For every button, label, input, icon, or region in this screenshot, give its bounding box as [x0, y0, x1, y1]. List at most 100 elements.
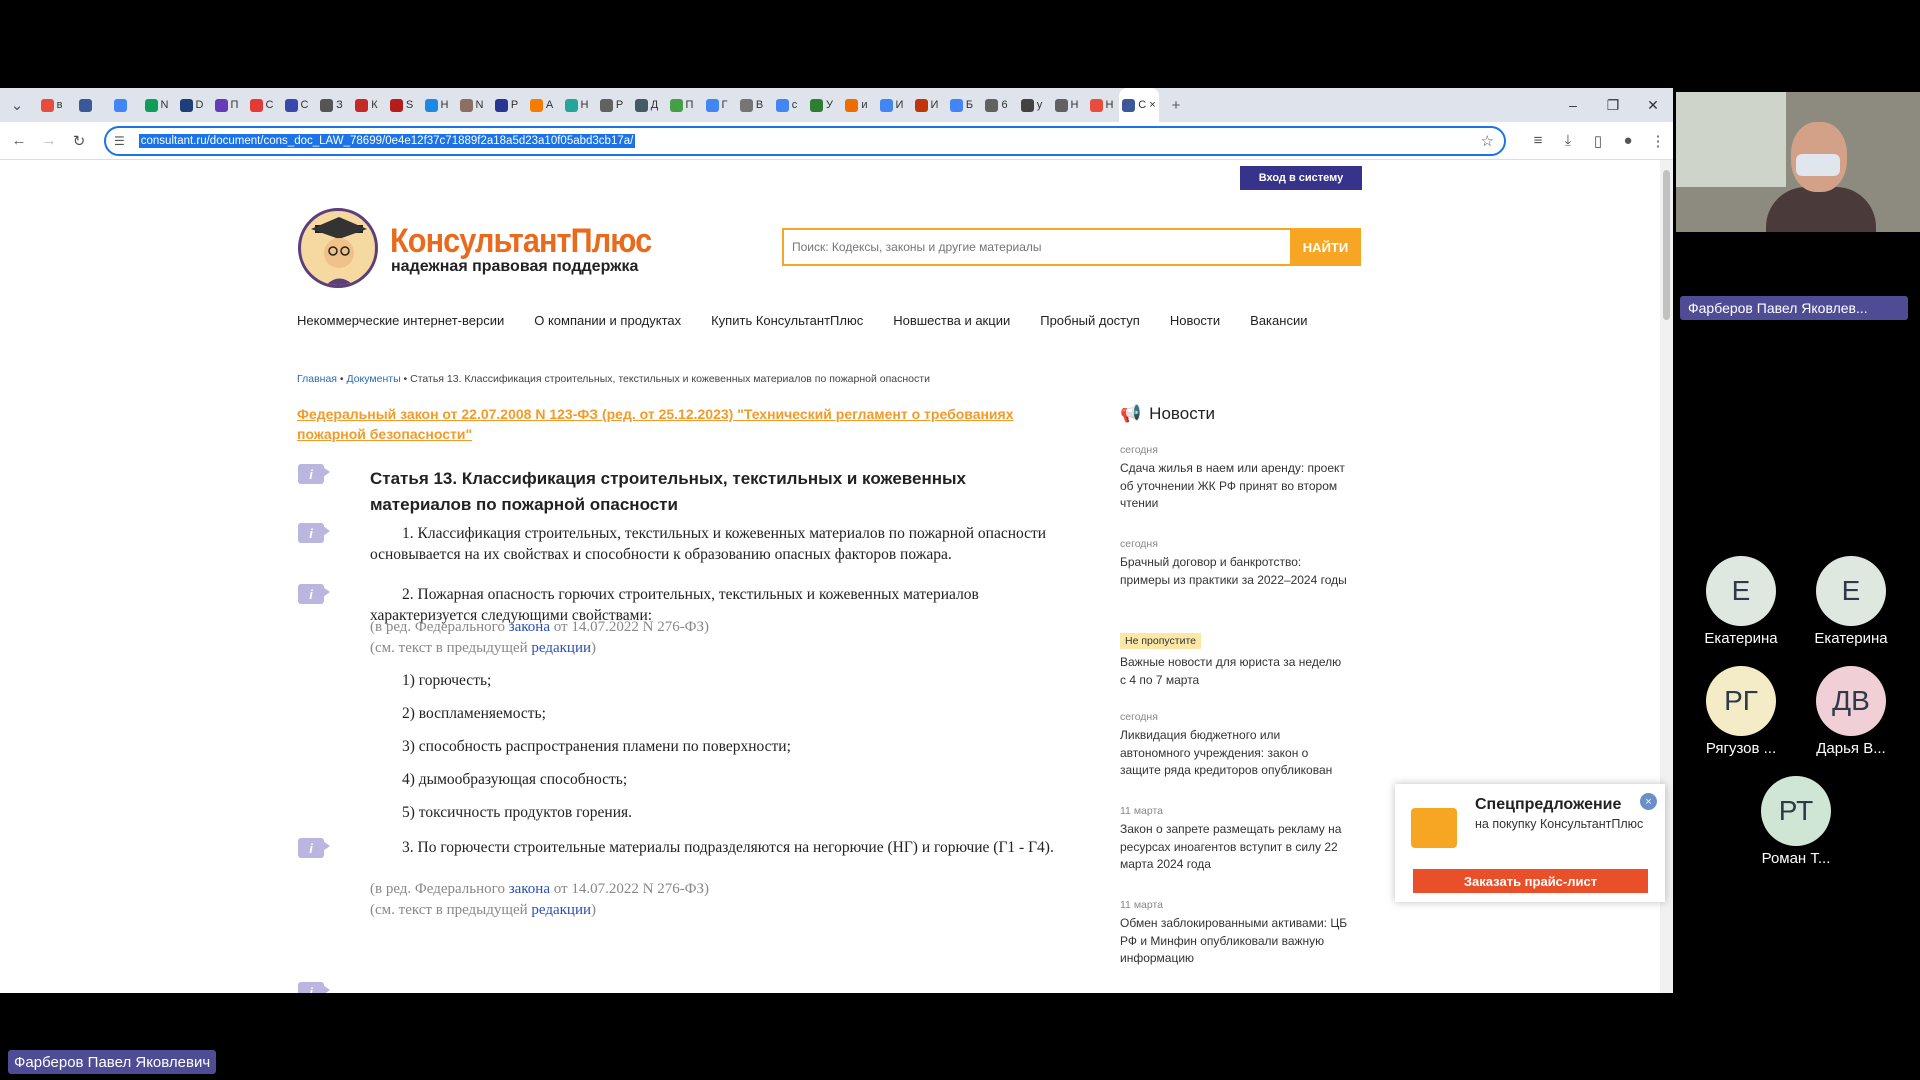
info-icon[interactable]: i: [298, 523, 330, 543]
search-input[interactable]: [784, 240, 1300, 254]
news-item[interactable]: Брачный договор и банкротство: примеры и…: [1120, 554, 1350, 589]
logo-icon[interactable]: [298, 208, 378, 288]
browser-tab[interactable]: P: [489, 88, 524, 122]
nav-item[interactable]: Вакансии: [1250, 313, 1307, 328]
browser-tab[interactable]: [69, 88, 104, 122]
face-mask: [1796, 154, 1840, 176]
news-item[interactable]: Важные новости для юриста за неделю с 4 …: [1120, 654, 1350, 689]
info-icon[interactable]: i: [298, 584, 330, 604]
browser-tab[interactable]: И: [909, 88, 944, 122]
browser-tab[interactable]: Н: [1084, 88, 1119, 122]
reading-list-icon[interactable]: ≡: [1523, 126, 1553, 156]
info-icon[interactable]: i: [298, 464, 330, 484]
breadcrumb-home[interactable]: Главная: [297, 373, 337, 385]
browser-tab[interactable]: П: [664, 88, 699, 122]
browser-tab[interactable]: В: [734, 88, 769, 122]
address-bar[interactable]: ☰ consultant.ru/document/cons_doc_LAW_78…: [104, 126, 1506, 156]
browser-tab[interactable]: Н: [559, 88, 594, 122]
browser-tab[interactable]: И: [874, 88, 909, 122]
presenter-name-label: Фарберов Павел Яковлев...: [1680, 296, 1908, 320]
participant-tile[interactable]: РТ Роман Т...: [1741, 776, 1851, 867]
minimize-button[interactable]: –: [1553, 88, 1593, 122]
restore-button[interactable]: ❐: [1593, 88, 1633, 122]
browser-tab[interactable]: 6: [979, 88, 1014, 122]
browser-tab[interactable]: C: [244, 88, 279, 122]
news-item[interactable]: Закон о запрете размещать рекламу на рес…: [1120, 821, 1350, 874]
browser-tab[interactable]: и: [839, 88, 874, 122]
tab-title: в: [56, 99, 63, 111]
browser-tab[interactable]: З: [314, 88, 349, 122]
reload-icon[interactable]: ↻: [64, 126, 94, 156]
participant-tile[interactable]: ДВ Дарья В...: [1796, 666, 1906, 757]
back-icon[interactable]: ←: [4, 126, 34, 156]
browser-tab[interactable]: [104, 88, 139, 122]
law-link[interactable]: закона: [509, 881, 550, 897]
close-window-button[interactable]: ✕: [1633, 88, 1673, 122]
browser-tab[interactable]: Г: [699, 88, 734, 122]
info-icon[interactable]: i: [298, 982, 330, 993]
info-icon[interactable]: i: [298, 838, 330, 858]
search-button[interactable]: НАЙТИ: [1290, 228, 1361, 266]
edition-note: (в ред. Федерального закона от 14.07.202…: [370, 879, 709, 900]
participant-tile[interactable]: Е Екатерина: [1686, 556, 1796, 647]
browser-tab[interactable]: П: [209, 88, 244, 122]
browser-tab[interactable]: Б: [944, 88, 979, 122]
browser-tab[interactable]: в: [34, 88, 69, 122]
participant-tile[interactable]: Е Екатерина: [1796, 556, 1906, 647]
tab-title: у: [1036, 99, 1043, 111]
browser-tab[interactable]: К: [349, 88, 384, 122]
download-icon[interactable]: ⤓: [1553, 126, 1583, 156]
browser-tab[interactable]: Р: [594, 88, 629, 122]
login-button[interactable]: Вход в систему: [1240, 166, 1362, 190]
browser-tab[interactable]: D: [174, 88, 209, 122]
news-item[interactable]: Ликвидация бюджетного или автономного уч…: [1120, 727, 1350, 780]
law-link[interactable]: закона: [509, 619, 550, 635]
presenter-video: [1676, 92, 1920, 232]
browser-tab[interactable]: A: [524, 88, 559, 122]
edition-link[interactable]: редакции: [531, 902, 591, 918]
news-item[interactable]: Обмен заблокированными активами: ЦБ РФ и…: [1120, 915, 1350, 968]
avatar: РГ: [1706, 666, 1776, 736]
tab-search-chevron-icon[interactable]: ⌄: [0, 90, 34, 120]
nav-item[interactable]: Купить КонсультантПлюс: [711, 313, 863, 328]
browser-tab[interactable]: С: [279, 88, 314, 122]
edition-link[interactable]: редакции: [531, 640, 591, 656]
browser-tab[interactable]: у: [1014, 88, 1049, 122]
scrollbar-thumb[interactable]: [1663, 170, 1670, 320]
browser-tab[interactable]: У: [804, 88, 839, 122]
browser-tab[interactable]: N: [139, 88, 174, 122]
browser-tab[interactable]: Д: [629, 88, 664, 122]
breadcrumb-documents[interactable]: Документы: [346, 373, 400, 385]
new-tab-button[interactable]: +: [1159, 90, 1193, 120]
tab-title: P: [510, 99, 519, 111]
browser-tab[interactable]: Н: [419, 88, 454, 122]
browser-tab[interactable]: С ×: [1119, 88, 1159, 122]
browser-tab[interactable]: S: [384, 88, 419, 122]
nav-item[interactable]: О компании и продуктах: [534, 313, 681, 328]
nav-item[interactable]: Новости: [1170, 313, 1220, 328]
list-item: 3) способность распространения пламени п…: [402, 738, 791, 755]
nav-item[interactable]: Новшества и акции: [893, 313, 1010, 328]
browser-tab[interactable]: N: [454, 88, 489, 122]
tab-title: D: [195, 99, 204, 111]
bookmark-star-icon[interactable]: ☆: [1481, 132, 1494, 150]
logo-title[interactable]: КонсультантПлюс: [390, 222, 652, 261]
close-icon[interactable]: ×: [1640, 793, 1657, 810]
nav-item[interactable]: Пробный доступ: [1040, 313, 1140, 328]
order-price-list-button[interactable]: Заказать прайс-лист: [1413, 869, 1648, 893]
tab-favicon-icon: [985, 98, 999, 112]
forward-icon[interactable]: →: [34, 126, 64, 156]
participant-tile[interactable]: РГ Рягузов ...: [1686, 666, 1796, 757]
close-tab-icon[interactable]: ×: [1149, 99, 1155, 111]
previous-edition-text: ): [591, 902, 597, 918]
menu-dots-icon[interactable]: ⋮: [1643, 126, 1673, 156]
nav-item[interactable]: Некоммерческие интернет-версии: [297, 313, 504, 328]
browser-tab[interactable]: с: [769, 88, 804, 122]
site-info-icon[interactable]: ☰: [114, 134, 125, 148]
profile-icon[interactable]: ●: [1613, 126, 1643, 156]
document-link[interactable]: Федеральный закон от 22.07.2008 N 123-ФЗ…: [297, 404, 1057, 444]
side-panel-icon[interactable]: ▯: [1583, 126, 1613, 156]
browser-tab[interactable]: Н: [1049, 88, 1084, 122]
url-text[interactable]: consultant.ru/document/cons_doc_LAW_7869…: [138, 134, 636, 148]
news-item[interactable]: Сдача жилья в наем или аренду: проект об…: [1120, 460, 1350, 513]
